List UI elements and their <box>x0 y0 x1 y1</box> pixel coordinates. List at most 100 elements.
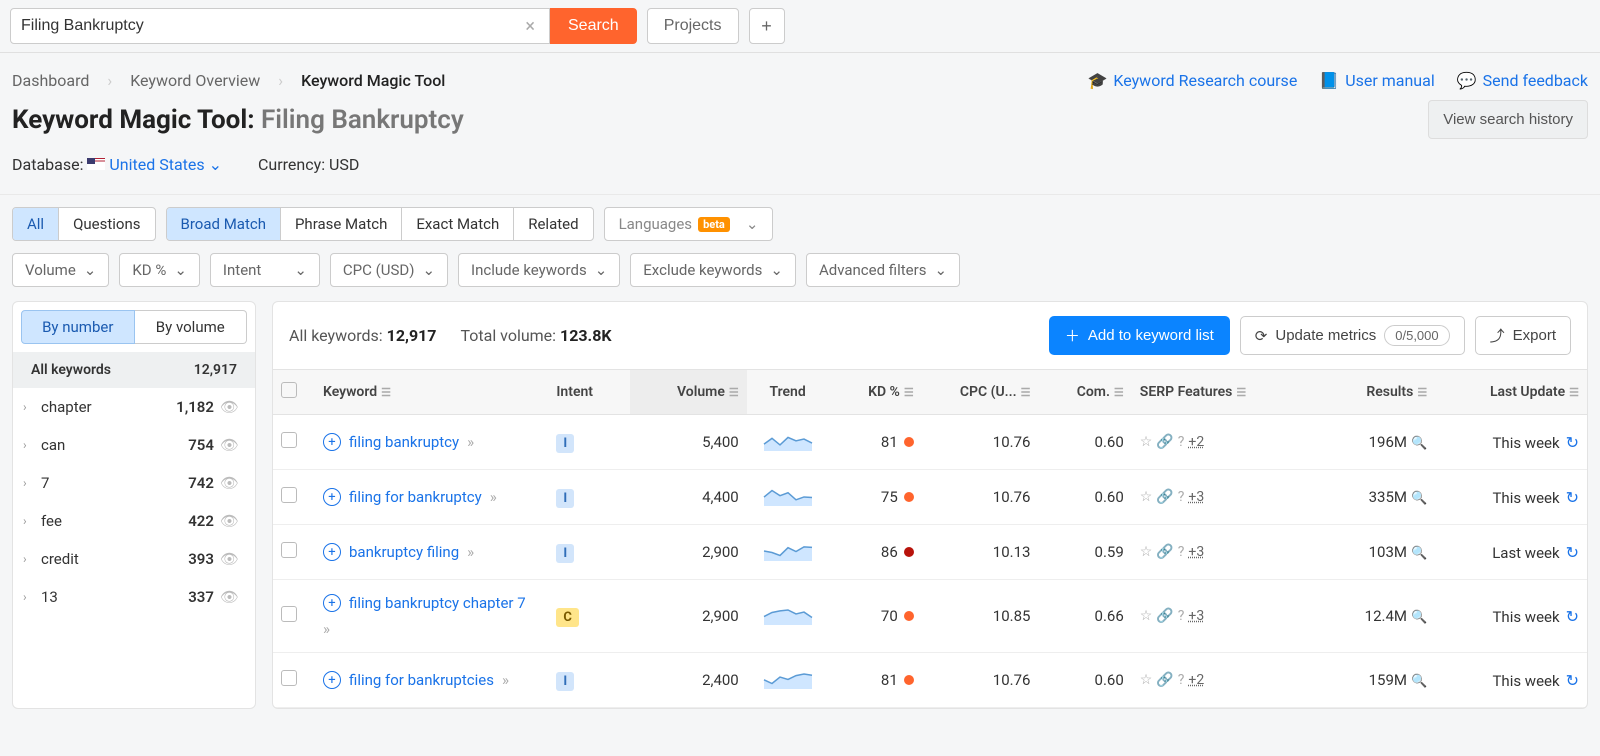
keyword-link[interactable]: bankruptcy filing <box>349 543 459 561</box>
col-kd[interactable]: KD %☰ <box>828 370 921 415</box>
sidebar-tab-number[interactable]: By number <box>21 310 135 344</box>
serp-features-cell[interactable]: ☆ 🔗 ? +3 <box>1140 608 1299 624</box>
sidebar-item[interactable]: › 7 742 👁 <box>13 464 255 502</box>
tab-questions[interactable]: Questions <box>58 208 154 240</box>
serp-snapshot-icon[interactable]: 🔍 <box>1411 610 1427 625</box>
eye-icon[interactable]: 👁 <box>220 512 239 530</box>
sidebar-item[interactable]: › 13 337 👁 <box>13 578 255 616</box>
serp-features-cell[interactable]: ☆ 🔗 ? +2 <box>1140 672 1299 688</box>
eye-icon[interactable]: 👁 <box>220 398 239 416</box>
row-checkbox[interactable] <box>281 606 297 622</box>
tab-exact-match[interactable]: Exact Match <box>401 208 513 240</box>
sidebar-tab-volume[interactable]: By volume <box>135 310 248 344</box>
filter-kd[interactable]: KD %⌄ <box>119 253 200 287</box>
breadcrumb-dashboard[interactable]: Dashboard <box>12 71 89 90</box>
eye-icon[interactable]: 👁 <box>220 550 239 568</box>
refresh-icon[interactable]: ↻ <box>1566 488 1579 507</box>
tab-all[interactable]: All <box>13 208 58 240</box>
col-intent[interactable]: Intent <box>548 370 630 415</box>
cpc-cell: 10.76 <box>922 653 1039 708</box>
refresh-icon[interactable]: ↻ <box>1566 543 1579 562</box>
keyword-link[interactable]: filing for bankruptcies <box>349 671 494 689</box>
search-button[interactable]: Search <box>550 8 637 44</box>
expand-icon[interactable]: » <box>490 488 497 506</box>
col-results[interactable]: Results☰ <box>1307 370 1435 415</box>
expand-icon[interactable]: » <box>467 543 474 561</box>
sidebar-item[interactable]: › credit 393 👁 <box>13 540 255 578</box>
eye-icon[interactable]: 👁 <box>220 474 239 492</box>
projects-button[interactable]: Projects <box>647 8 739 44</box>
refresh-icon[interactable]: ↻ <box>1566 607 1579 626</box>
breadcrumb-overview[interactable]: Keyword Overview <box>130 71 260 90</box>
col-last[interactable]: Last Update☰ <box>1435 370 1587 415</box>
refresh-icon[interactable]: ↻ <box>1566 433 1579 452</box>
database-selector[interactable]: Database: United States ⌄ <box>12 155 222 174</box>
export-button[interactable]: ⤴ Export <box>1475 316 1571 355</box>
keyword-link[interactable]: filing bankruptcy <box>349 433 459 451</box>
serp-more[interactable]: +2 <box>1188 672 1204 688</box>
serp-features-cell[interactable]: ☆ 🔗 ? +3 <box>1140 489 1299 505</box>
col-volume[interactable]: Volume☰ <box>630 370 747 415</box>
serp-snapshot-icon[interactable]: 🔍 <box>1411 436 1427 451</box>
clear-icon[interactable]: × <box>521 16 539 37</box>
add-keyword-icon[interactable]: + <box>323 543 341 561</box>
filter-exclude[interactable]: Exclude keywords⌄ <box>630 253 796 287</box>
manual-link[interactable]: 📘 User manual <box>1319 71 1434 90</box>
filter-advanced[interactable]: Advanced filters⌄ <box>806 253 960 287</box>
update-metrics-button[interactable]: ⟳ Update metrics 0/5,000 <box>1240 316 1465 355</box>
feedback-link[interactable]: 💬 Send feedback <box>1457 71 1588 90</box>
keyword-link[interactable]: filing bankruptcy chapter 7 <box>349 594 526 612</box>
add-keyword-icon[interactable]: + <box>323 594 341 612</box>
course-link[interactable]: 🎓 Keyword Research course <box>1087 71 1297 90</box>
serp-snapshot-icon[interactable]: 🔍 <box>1411 491 1427 506</box>
add-keyword-icon[interactable]: + <box>323 433 341 451</box>
col-keyword[interactable]: Keyword☰ <box>315 370 548 415</box>
sidebar-item[interactable]: › fee 422 👁 <box>13 502 255 540</box>
col-serp[interactable]: SERP Features☰ <box>1132 370 1307 415</box>
tab-broad-match[interactable]: Broad Match <box>167 208 280 240</box>
col-trend[interactable]: Trend <box>747 370 829 415</box>
add-keyword-icon[interactable]: + <box>323 671 341 689</box>
view-history-button[interactable]: View search history <box>1428 100 1588 139</box>
eye-icon[interactable]: 👁 <box>220 436 239 454</box>
tab-phrase-match[interactable]: Phrase Match <box>280 208 401 240</box>
sidebar-all-keywords[interactable]: All keywords 12,917 <box>13 352 255 388</box>
tab-related[interactable]: Related <box>513 208 592 240</box>
row-checkbox[interactable] <box>281 542 297 558</box>
filter-cpc[interactable]: CPC (USD)⌄ <box>330 253 448 287</box>
search-input[interactable] <box>21 17 521 35</box>
cpc-cell: 10.85 <box>922 580 1039 653</box>
sidebar-item[interactable]: › can 754 👁 <box>13 426 255 464</box>
serp-snapshot-icon[interactable]: 🔍 <box>1411 674 1427 689</box>
col-cpc[interactable]: CPC (U...☰ <box>922 370 1039 415</box>
filter-include[interactable]: Include keywords⌄ <box>458 253 620 287</box>
eye-icon[interactable]: 👁 <box>220 588 239 606</box>
intent-badge: I <box>556 672 574 691</box>
filter-volume[interactable]: Volume⌄ <box>12 253 109 287</box>
refresh-icon[interactable]: ↻ <box>1566 671 1579 690</box>
keyword-link[interactable]: filing for bankruptcy <box>349 488 482 506</box>
database-value[interactable]: United States <box>109 155 204 174</box>
row-checkbox[interactable] <box>281 670 297 686</box>
row-checkbox[interactable] <box>281 487 297 503</box>
serp-snapshot-icon[interactable]: 🔍 <box>1411 546 1427 561</box>
serp-more[interactable]: +3 <box>1188 544 1204 560</box>
expand-icon[interactable]: » <box>502 671 509 689</box>
expand-icon[interactable]: » <box>467 433 474 451</box>
add-keyword-icon[interactable]: + <box>323 488 341 506</box>
add-to-list-button[interactable]: ＋ Add to keyword list <box>1049 316 1230 355</box>
row-checkbox[interactable] <box>281 432 297 448</box>
filter-intent[interactable]: Intent⌄ <box>210 253 320 287</box>
serp-features-cell[interactable]: ☆ 🔗 ? +3 <box>1140 544 1299 560</box>
sort-icon: ☰ <box>1021 386 1031 399</box>
add-project-button[interactable]: + <box>749 8 785 44</box>
languages-dropdown[interactable]: Languages beta ⌄ <box>604 207 774 241</box>
serp-features-cell[interactable]: ☆ 🔗 ? +2 <box>1140 434 1299 450</box>
col-com[interactable]: Com.☰ <box>1038 370 1131 415</box>
serp-more[interactable]: +2 <box>1188 434 1204 450</box>
expand-icon[interactable]: » <box>323 620 330 638</box>
serp-more[interactable]: +3 <box>1188 608 1204 624</box>
select-all-checkbox[interactable] <box>281 382 297 398</box>
serp-more[interactable]: +3 <box>1188 489 1204 505</box>
sidebar-item[interactable]: › chapter 1,182 👁 <box>13 388 255 426</box>
